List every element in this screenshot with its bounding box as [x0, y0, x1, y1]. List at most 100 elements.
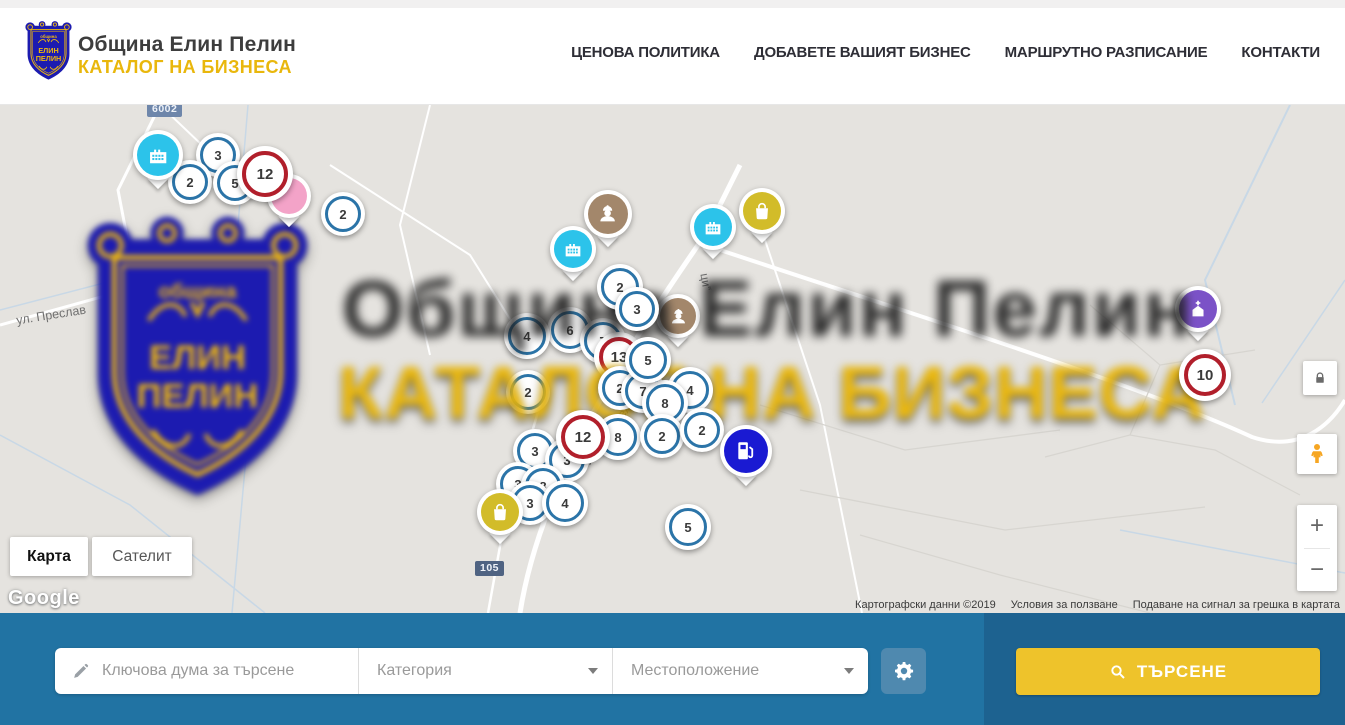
cluster-count: 5 [644, 353, 651, 368]
pin-head [739, 188, 785, 234]
pin-icon-circle [481, 493, 519, 531]
attribution-terms-link[interactable]: Условия за ползване [1011, 599, 1118, 611]
chevron-down-icon [588, 668, 598, 674]
lock-icon [1312, 370, 1328, 386]
pin-icon-circle [554, 230, 592, 268]
cluster-count: 10 [1197, 367, 1214, 384]
google-logo[interactable]: Google [8, 587, 80, 610]
category-dropdown-label: Категория [377, 662, 452, 680]
cluster-count: 12 [575, 429, 592, 446]
worker-icon [596, 202, 619, 225]
nav-item-pricing[interactable]: ЦЕНОВА ПОЛИТИКА [571, 44, 720, 61]
watermark-crest-line1: ЕЛИН [149, 339, 246, 377]
cluster-marker[interactable]: 2 [640, 414, 684, 458]
factory-icon [562, 238, 584, 260]
factory-icon [702, 216, 724, 238]
zoom-control: + − [1297, 505, 1337, 591]
search-submit-button[interactable]: ТЪРСЕНЕ [1016, 648, 1320, 695]
pin-icon-circle [743, 192, 781, 230]
cluster-marker[interactable]: 4 [542, 480, 588, 526]
brand-block[interactable]: Община Елин Пелин КАТАЛОГ НА БИЗНЕСА [78, 33, 296, 78]
zoom-in-button[interactable]: + [1297, 505, 1337, 548]
cluster-count: 8 [614, 430, 621, 445]
bag-pin[interactable] [739, 188, 785, 234]
search-icon [1109, 663, 1127, 681]
factory-pin[interactable] [690, 204, 736, 250]
cluster-marker[interactable]: 12 [556, 410, 610, 464]
pin-icon-circle [137, 134, 179, 176]
cluster-count: 2 [339, 207, 346, 222]
cluster-marker[interactable]: 12 [237, 146, 293, 202]
pencil-icon [71, 662, 90, 681]
watermark-crest-text-top: община [159, 281, 238, 303]
header: община ЕЛИН ПЕЛИН Община Елин Пелин КАТА… [0, 0, 1345, 105]
cluster-marker[interactable]: 5 [665, 504, 711, 550]
nav-item-contacts[interactable]: КОНТАКТИ [1241, 44, 1320, 61]
pin-icon-circle [724, 429, 768, 473]
cluster-count: 12 [257, 166, 274, 183]
main-nav: ЦЕНОВА ПОЛИТИКА ДОБАВЕТЕ ВАШИЯТ БИЗНЕС М… [571, 0, 1320, 105]
map-canvas[interactable]: 6002 105 ул. Преслав бул. „Новосел ци“ 3… [0, 105, 1345, 613]
search-button-label: ТЪРСЕНЕ [1137, 662, 1227, 682]
keyword-segment[interactable] [55, 648, 358, 694]
attribution-report-link[interactable]: Подаване на сигнал за грешка в картата [1133, 599, 1340, 611]
category-dropdown[interactable]: Категория [358, 648, 612, 694]
gear-icon [892, 659, 916, 683]
map-attribution: Картографски данни ©2019 Условия за полз… [855, 599, 1340, 611]
watermark-subtitle: КАТАЛОГ НА БИЗНЕСА [338, 350, 1198, 435]
map-type-satellite-button[interactable]: Сателит [92, 537, 192, 576]
cluster-count: 8 [661, 396, 668, 411]
cluster-marker[interactable]: 2 [321, 192, 365, 236]
cluster-count: 5 [684, 520, 691, 535]
watermark-title: Община Елин Пелин [330, 263, 1205, 355]
pin-head [477, 489, 523, 535]
brand-subtitle: КАТАЛОГ НА БИЗНЕСА [78, 57, 296, 78]
cluster-count: 2 [186, 175, 193, 190]
cluster-count: 2 [698, 423, 705, 438]
shopping-bag-icon [489, 501, 511, 523]
nav-item-add-business[interactable]: ДОБАВЕТЕ ВАШИЯТ БИЗНЕС [754, 44, 971, 61]
cluster-count: 4 [686, 383, 693, 398]
location-dropdown[interactable]: Местоположение [612, 648, 868, 694]
cluster-marker[interactable]: 3 [615, 287, 659, 331]
cluster-count: 3 [531, 444, 538, 459]
fuel-pump-icon [733, 438, 759, 464]
watermark-crest-line2: ПЕЛИН [137, 378, 259, 416]
advanced-settings-button[interactable] [881, 648, 926, 694]
pin-icon-circle [694, 208, 732, 246]
zoom-out-button[interactable]: − [1297, 548, 1337, 591]
nav-item-route-schedule[interactable]: МАРШРУТНО РАЗПИСАНИЕ [1005, 44, 1208, 61]
factory-icon [146, 143, 170, 167]
cluster-marker[interactable]: 10 [1179, 349, 1231, 401]
pin-head [690, 204, 736, 250]
page: община ЕЛИН ПЕЛИН Община Елин Пелин КАТА… [0, 0, 1345, 725]
search-bar: Категория Местоположение ТЪРСЕНЕ [0, 613, 1345, 725]
cluster-marker[interactable]: 2 [680, 408, 724, 452]
cluster-count: 2 [658, 429, 665, 444]
brand-title: Община Елин Пелин [78, 33, 296, 57]
fuel-pin[interactable] [720, 425, 772, 477]
cluster-marker[interactable]: 5 [625, 337, 671, 383]
factory-pin[interactable] [550, 226, 596, 272]
search-input-group: Категория Местоположение [55, 648, 868, 694]
attribution-copyright: Картографски данни ©2019 [855, 599, 996, 611]
bag-pin[interactable] [477, 489, 523, 535]
pin-head [133, 130, 183, 180]
lock-button[interactable] [1303, 361, 1337, 395]
street-view-pegman[interactable] [1297, 434, 1337, 474]
cluster-count: 3 [214, 148, 221, 163]
crest-text-line2: ПЕЛИН [36, 54, 62, 63]
cluster-count: 4 [561, 496, 568, 511]
crest-text-top: община [40, 34, 57, 39]
cluster-count: 3 [633, 302, 640, 317]
shopping-bag-icon [751, 200, 773, 222]
municipality-crest-logo[interactable]: община ЕЛИН ПЕЛИН [25, 20, 72, 82]
crest-text-line1: ЕЛИН [38, 46, 58, 55]
pegman-icon [1305, 442, 1329, 466]
cluster-count: 3 [526, 496, 533, 511]
factory-pin[interactable] [133, 130, 183, 180]
location-dropdown-label: Местоположение [631, 662, 759, 680]
keyword-input[interactable] [102, 662, 342, 680]
chevron-down-icon [844, 668, 854, 674]
map-type-map-button[interactable]: Карта [10, 537, 88, 576]
